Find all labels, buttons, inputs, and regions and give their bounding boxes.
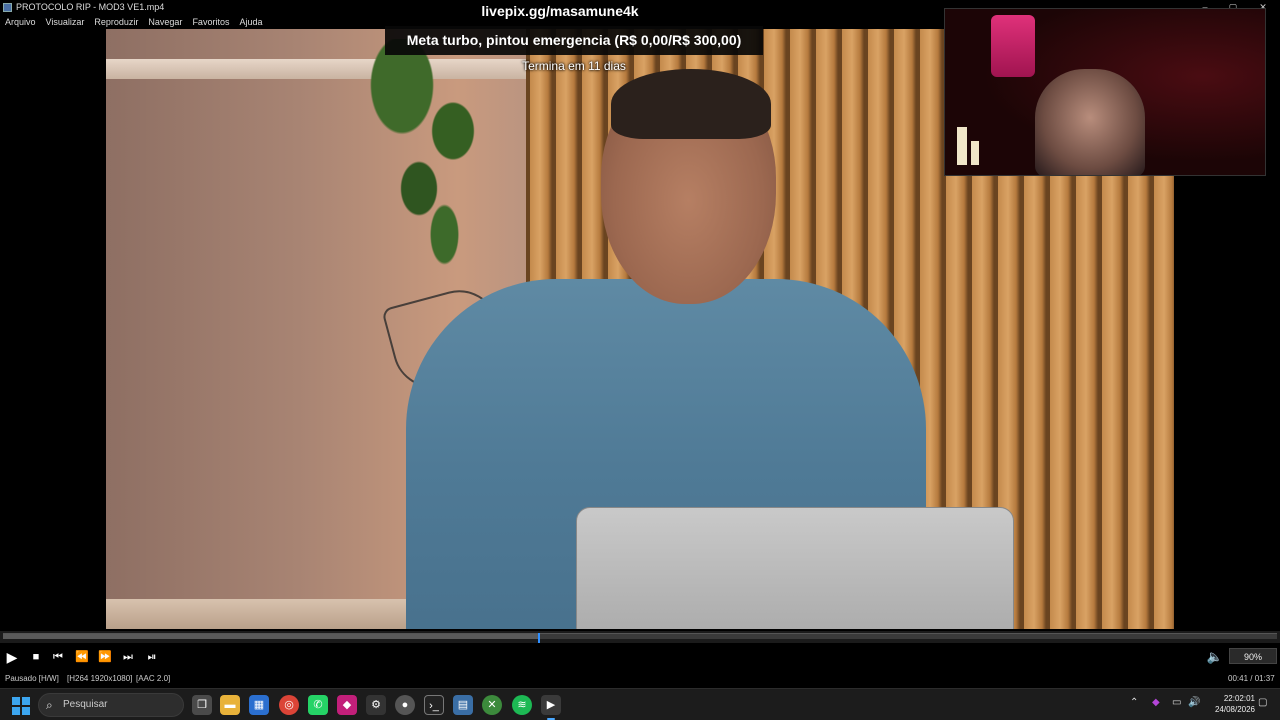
windows-taskbar: ⌕ Pesquisar ❐ ▬ ▦ ◎ ✆ ◆ ⚙ ● ›_ ▤ ✕ ≋ ▶ ⌃… — [0, 688, 1280, 720]
webcam-candle — [957, 127, 967, 165]
seek-bar[interactable] — [0, 631, 1280, 643]
menu-visualizar[interactable]: Visualizar — [46, 15, 85, 29]
obs-studio-icon[interactable]: ● — [395, 695, 415, 715]
menu-favoritos[interactable]: Favoritos — [192, 15, 229, 29]
chrome-icon[interactable]: ◎ — [279, 695, 299, 715]
webcam-candle-small — [971, 141, 979, 165]
skip-back-icon[interactable]: ⏮ — [48, 647, 68, 667]
app-icon — [3, 3, 12, 12]
webcam-overlay — [944, 8, 1266, 176]
video-presenter-hair — [611, 69, 771, 139]
steam-icon[interactable]: ⚙ — [366, 695, 386, 715]
volume-icon[interactable]: 🔈 — [1205, 647, 1225, 667]
seek-thumb[interactable] — [538, 633, 541, 643]
stop-icon[interactable]: ■ — [26, 647, 46, 667]
play-icon[interactable]: ▶ — [2, 647, 22, 667]
audio-codec-info: [AAC 2.0] — [136, 674, 171, 683]
terminal-icon[interactable]: ›_ — [424, 695, 444, 715]
webcam-microphone — [991, 15, 1035, 77]
task-view-icon[interactable]: ❐ — [192, 695, 212, 715]
xbox-icon[interactable]: ✕ — [482, 695, 502, 715]
video-codec-info: [H264 1920x1080] — [67, 674, 133, 683]
video-plant — [351, 39, 521, 269]
whatsapp-icon[interactable]: ✆ — [308, 695, 328, 715]
seek-track[interactable] — [3, 633, 1277, 643]
clock-date: 24/08/2026 — [1214, 705, 1255, 714]
windows-start-icon[interactable] — [12, 697, 30, 715]
search-placeholder: Pesquisar — [63, 699, 108, 710]
menu-navegar[interactable]: Navegar — [148, 15, 182, 29]
playback-controls: ▶ ■ ⏮ ⏪ ⏩ ⏭ ⏯ 🔈 90% — [0, 645, 1280, 669]
network-icon[interactable]: ▭ — [1172, 697, 1181, 708]
menu-arquivo[interactable]: Arquivo — [5, 15, 36, 29]
rewind-icon[interactable]: ⏪ — [72, 647, 92, 667]
video-laptop — [576, 507, 1014, 629]
seek-progress — [3, 634, 539, 639]
tray-chevron-icon[interactable]: ⌃ — [1130, 697, 1138, 708]
search-icon: ⌕ — [46, 698, 53, 712]
file-explorer-icon[interactable]: ▬ — [220, 695, 240, 715]
menu-ajuda[interactable]: Ajuda — [239, 15, 262, 29]
store-icon[interactable]: ▦ — [249, 695, 269, 715]
spotify-icon[interactable]: ≋ — [512, 695, 532, 715]
forward-icon[interactable]: ⏩ — [95, 647, 115, 667]
clock-time: 22:02:01 — [1223, 694, 1255, 703]
window-title: PROTOCOLO RIP - MOD3 VE1.mp4 — [16, 2, 165, 12]
menu-reproduzir[interactable]: Reproduzir — [94, 15, 138, 29]
frame-step-icon[interactable]: ⏯ — [142, 647, 162, 667]
volume-level[interactable]: 90% — [1229, 648, 1277, 664]
status-bar: Pausado [H/W] [H264 1920x1080] [AAC 2.0]… — [0, 670, 1280, 687]
video-shelf-bottom — [106, 599, 426, 629]
time-readout: 00:41 / 01:37 — [1228, 674, 1275, 683]
notification-icon[interactable]: ▢ — [1258, 697, 1267, 708]
webcam-streamer — [1035, 69, 1145, 175]
skip-forward-icon[interactable]: ⏭ — [118, 647, 138, 667]
window-app-icon[interactable]: ▤ — [453, 695, 473, 715]
speaker-icon[interactable]: 🔊 — [1188, 697, 1200, 708]
tray-app-icon[interactable]: ◆ — [1152, 697, 1160, 708]
system-clock[interactable]: 22:02:01 24/08/2026 — [1203, 693, 1255, 715]
playback-state: Pausado [H/W] — [5, 674, 59, 683]
media-player-icon[interactable]: ▶ — [541, 695, 561, 720]
obs-app-icon[interactable]: ◆ — [337, 695, 357, 715]
donation-goal-overlay: Meta turbo, pintou emergencia (R$ 0,00/R… — [385, 26, 763, 55]
taskbar-search-box[interactable]: ⌕ Pesquisar — [38, 693, 184, 717]
donation-goal-ends: Termina em 11 dias — [522, 59, 626, 73]
media-player-window: PROTOCOLO RIP - MOD3 VE1.mp4 – ▢ ✕ Arqui… — [0, 0, 1280, 720]
donation-url-overlay: livepix.gg/masamune4k — [481, 3, 639, 19]
